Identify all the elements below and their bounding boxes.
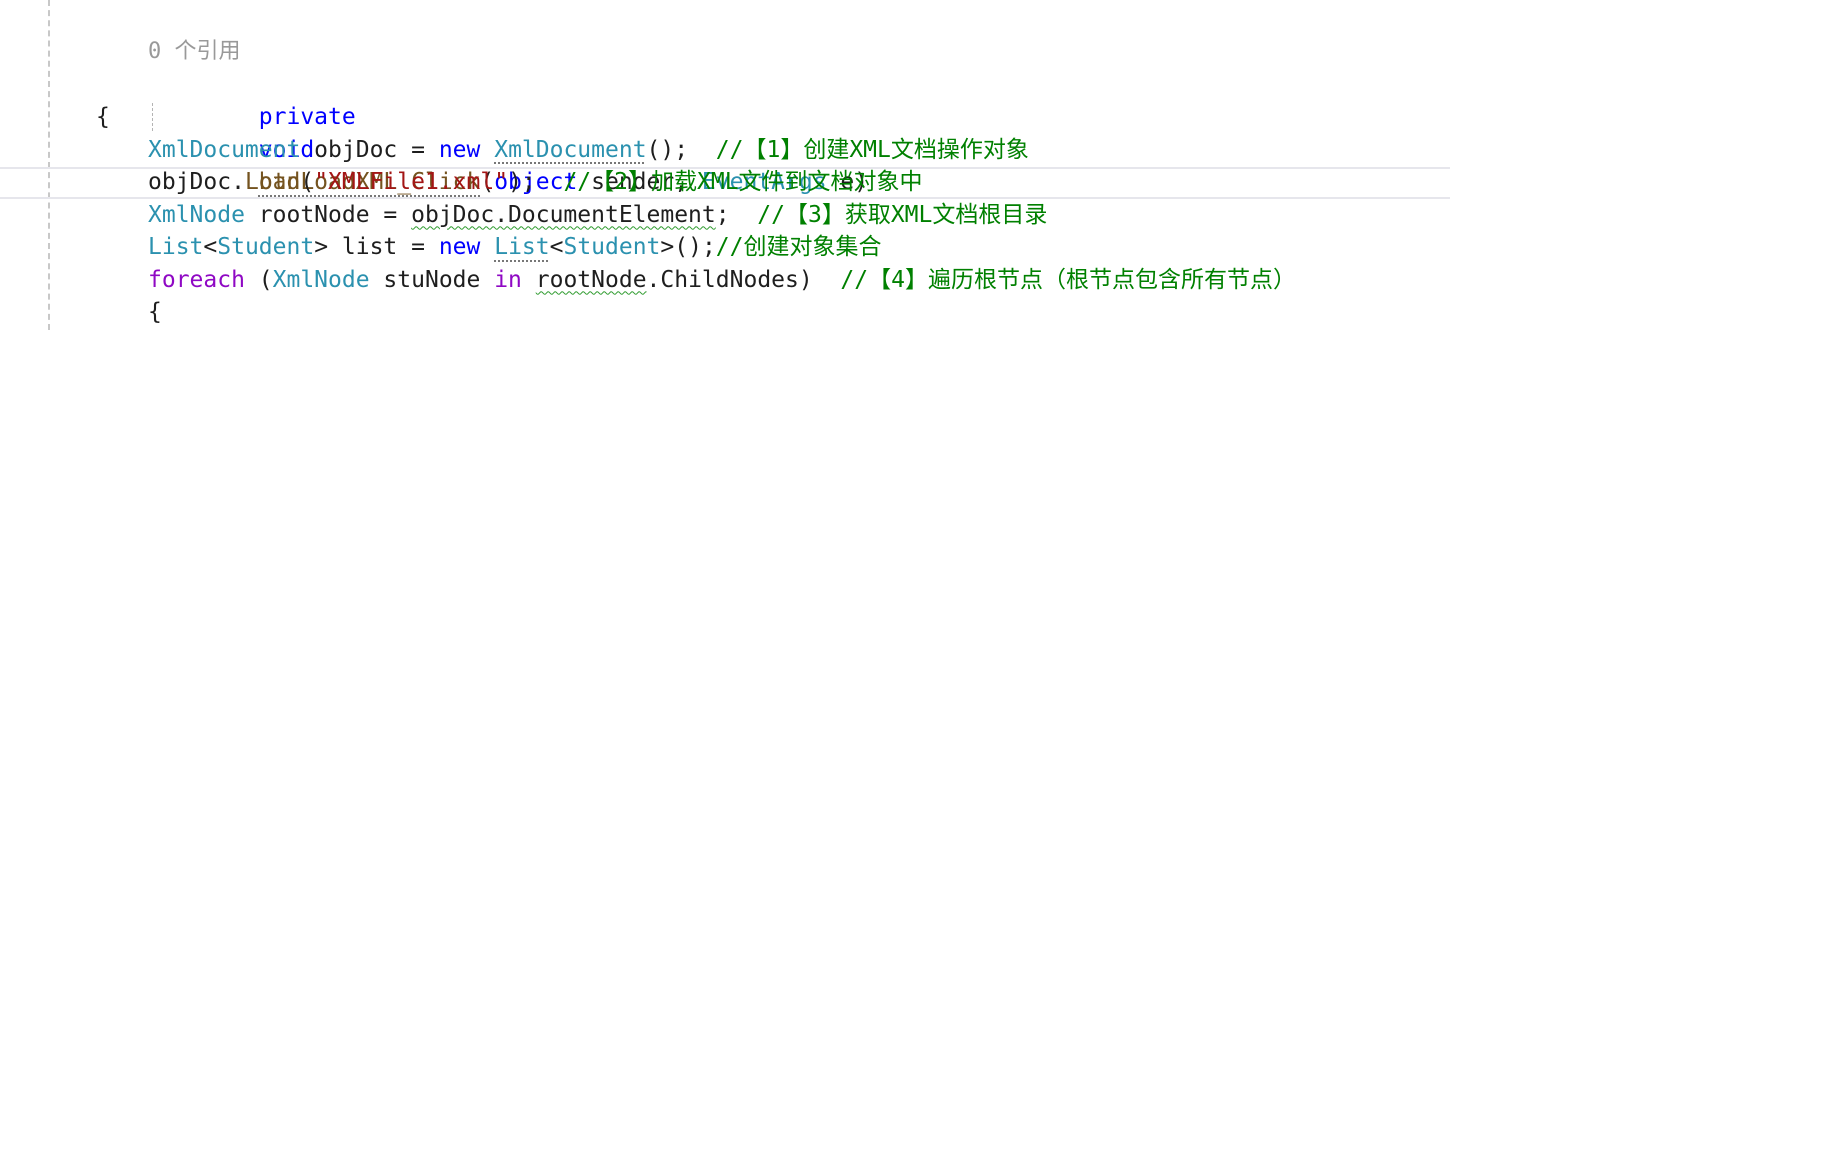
keyword-foreach: foreach [148, 266, 245, 293]
type-student: Student [563, 234, 661, 260]
code-area[interactable]: 0 个引用 private void btnLoadXML_Click(obje… [0, 36, 1296, 329]
method-open-brace: { [96, 104, 110, 130]
var-rootnode-decl: rootNode = [244, 201, 412, 228]
expr-document-element[interactable]: objDoc.DocumentElement [411, 202, 716, 228]
code-lens-references[interactable]: 0 个引用 [148, 36, 241, 69]
type-xmldocument: XmlDocument [148, 136, 301, 163]
string-filename: "XMLFile1.xml" [314, 169, 509, 195]
loop-open-brace-line[interactable]: { [0, 296, 162, 329]
statement-end: ; [715, 201, 758, 228]
comment-4: //创建对象集合 [715, 234, 882, 260]
open-paren: ( [244, 266, 273, 293]
angle-open: < [203, 234, 218, 260]
method-signature-line[interactable]: private void btnLoadXML_Click(object sen… [0, 69, 868, 195]
ctor-list: List [494, 234, 550, 260]
keyword-in: in [494, 266, 522, 293]
comment-2: //【2】加载XML文件到文档对象中 [563, 169, 923, 195]
open-paren: ( [300, 169, 315, 195]
type-list: List [148, 234, 204, 260]
angle-open: < [549, 234, 564, 260]
var-stunode: stuNode [369, 266, 495, 293]
call-tail: ); [508, 169, 564, 195]
call-tail: (); [646, 136, 716, 163]
method-open-brace-line[interactable]: { [0, 101, 153, 134]
keyword-private: private [258, 104, 356, 130]
objdoc-ref: objDoc. [148, 169, 245, 195]
code-editor[interactable]: 0 个引用 private void btnLoadXML_Click(obje… [0, 0, 1843, 1152]
code-line-5[interactable]: foreach (XmlNode stuNode in rootNode.Chi… [0, 264, 1296, 297]
code-line-1[interactable]: XmlDocument objDoc = new XmlDocument(); … [0, 134, 1029, 167]
method-load: Load [244, 169, 301, 195]
keyword-new: new [438, 136, 481, 163]
keyword-new: new [438, 234, 481, 260]
code-line-3[interactable]: XmlNode rootNode = objDoc.DocumentElemen… [0, 199, 1047, 232]
type-xmlnode: XmlNode [272, 266, 370, 293]
comment-1: //【1】创建XML文档操作对象 [715, 136, 1029, 163]
comment-3: //【3】获取XML文档根目录 [757, 201, 1048, 228]
loop-open-brace: { [148, 299, 162, 325]
type-xmlnode: XmlNode [148, 201, 245, 228]
indent-guide [152, 103, 153, 131]
type-student: Student [217, 234, 315, 260]
comment-5: //【4】遍历根节点（根节点包含所有节点） [840, 266, 1296, 293]
ctor-xmldocument: XmlDocument [494, 136, 647, 163]
code-line-4[interactable]: List<Student> list = new List<Student>()… [0, 231, 882, 264]
member-childnodes: .ChildNodes) [646, 266, 841, 293]
call-tail: >(); [660, 234, 716, 260]
code-lens-line: 0 个引用 [0, 36, 241, 69]
var-list-decl: > list = [314, 234, 439, 260]
code-line-2[interactable]: objDoc.Load("XMLFile1.xml"); //【2】加载XML文… [0, 166, 923, 199]
expr-rootnode[interactable]: rootNode [536, 267, 647, 293]
var-objdoc-decl: objDoc = [300, 136, 439, 163]
